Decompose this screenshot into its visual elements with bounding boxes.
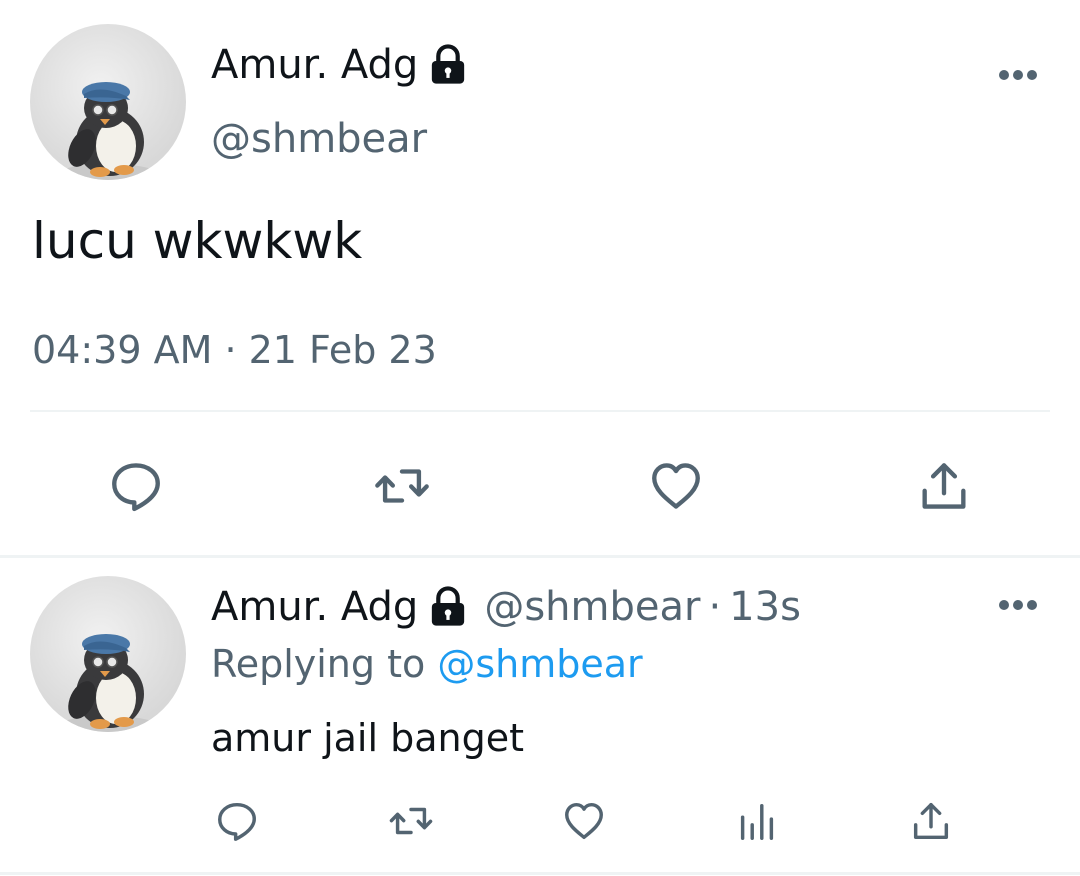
tweet-text: lucu wkwkwk: [32, 212, 363, 270]
reply-header: Amur. Adg @shmbear · 13s: [211, 584, 801, 630]
tweet-timestamp[interactable]: 04:39 AM · 21 Feb 23: [32, 328, 437, 372]
heart-icon: [652, 463, 700, 509]
penguin-plush-avatar-image: [58, 634, 158, 732]
penguin-plush-avatar-image: [58, 82, 158, 180]
avatar[interactable]: [30, 576, 186, 732]
section-divider: [0, 872, 1080, 875]
analytics-icon: [740, 803, 774, 840]
tweet-detail-page: Amur. Adg @shmbear lucu wkwkwk 04:39 AM …: [0, 0, 1080, 876]
reply-icon: [218, 802, 256, 841]
share-icon: [922, 463, 966, 509]
user-handle[interactable]: @shmbear: [211, 116, 427, 162]
share-icon: [913, 802, 949, 840]
lock-icon: [428, 586, 468, 628]
share-button[interactable]: [914, 456, 974, 516]
retweet-icon: [375, 469, 429, 503]
reply-button[interactable]: [106, 456, 166, 516]
more-horizontal-icon[interactable]: [998, 599, 1038, 611]
reply-tweet[interactable]: Amur. Adg @shmbear · 13s Replying to @sh…: [0, 558, 1080, 876]
like-button[interactable]: [559, 796, 609, 846]
display-name-text: Amur. Adg: [211, 42, 419, 88]
retweet-button[interactable]: [386, 796, 436, 846]
avatar[interactable]: [30, 24, 186, 180]
heart-icon: [565, 802, 603, 840]
display-name[interactable]: Amur. Adg: [211, 42, 468, 88]
retweet-button[interactable]: [372, 456, 432, 516]
reply-time[interactable]: 13s: [729, 584, 801, 630]
replying-to-line: Replying to @shmbear: [211, 642, 643, 686]
replying-to-mention[interactable]: @shmbear: [437, 642, 642, 686]
divider: [30, 410, 1050, 412]
lock-icon: [428, 44, 468, 86]
reply-text: amur jail banget: [211, 716, 525, 760]
like-button[interactable]: [646, 456, 706, 516]
separator-dot: ·: [708, 584, 722, 630]
share-button[interactable]: [906, 796, 956, 846]
user-handle[interactable]: @shmbear: [484, 584, 700, 630]
reply-icon: [112, 463, 160, 512]
views-button[interactable]: [732, 796, 782, 846]
main-tweet: Amur. Adg @shmbear lucu wkwkwk 04:39 AM …: [0, 0, 1080, 556]
reply-button[interactable]: [212, 796, 262, 846]
replying-to-label: Replying to: [211, 642, 426, 686]
more-horizontal-icon[interactable]: [998, 69, 1038, 81]
retweet-icon: [389, 807, 433, 835]
display-name[interactable]: Amur. Adg: [211, 584, 418, 630]
